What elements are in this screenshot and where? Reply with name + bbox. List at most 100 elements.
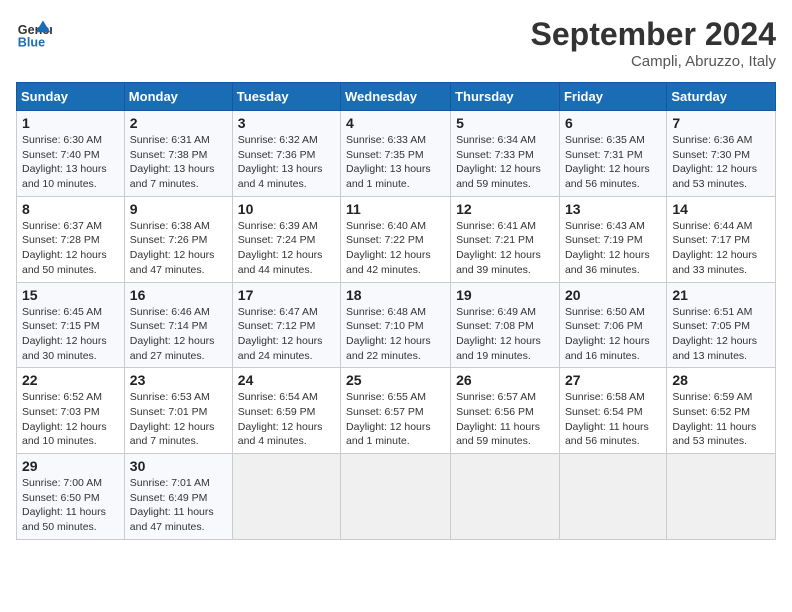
month-title: September 2024 (531, 16, 776, 53)
day-number: 26 (456, 372, 554, 388)
day-detail: Sunrise: 7:00 AM Sunset: 6:50 PM Dayligh… (22, 476, 119, 535)
day-cell: 20 Sunrise: 6:50 AM Sunset: 7:06 PM Dayli… (559, 282, 666, 368)
header-row: Sunday Monday Tuesday Wednesday Thursday… (17, 83, 776, 111)
col-saturday: Saturday (667, 83, 776, 111)
col-monday: Monday (124, 83, 232, 111)
day-cell (559, 454, 666, 540)
day-number: 12 (456, 201, 554, 217)
day-number: 9 (130, 201, 227, 217)
logo: General Blue (16, 16, 52, 52)
day-detail: Sunrise: 6:44 AM Sunset: 7:17 PM Dayligh… (672, 219, 770, 278)
day-number: 22 (22, 372, 119, 388)
day-number: 20 (565, 287, 661, 303)
day-detail: Sunrise: 6:55 AM Sunset: 6:57 PM Dayligh… (346, 390, 445, 449)
day-cell: 3 Sunrise: 6:32 AM Sunset: 7:36 PM Daylig… (232, 111, 340, 197)
day-cell: 28 Sunrise: 6:59 AM Sunset: 6:52 PM Dayli… (667, 368, 776, 454)
day-detail: Sunrise: 6:43 AM Sunset: 7:19 PM Dayligh… (565, 219, 661, 278)
day-cell: 15 Sunrise: 6:45 AM Sunset: 7:15 PM Dayli… (17, 282, 125, 368)
day-detail: Sunrise: 6:51 AM Sunset: 7:05 PM Dayligh… (672, 305, 770, 364)
col-tuesday: Tuesday (232, 83, 340, 111)
day-cell: 13 Sunrise: 6:43 AM Sunset: 7:19 PM Dayli… (559, 196, 666, 282)
col-thursday: Thursday (451, 83, 560, 111)
day-number: 24 (238, 372, 335, 388)
day-number: 19 (456, 287, 554, 303)
day-number: 3 (238, 115, 335, 131)
day-detail: Sunrise: 6:38 AM Sunset: 7:26 PM Dayligh… (130, 219, 227, 278)
day-number: 29 (22, 458, 119, 474)
day-detail: Sunrise: 6:34 AM Sunset: 7:33 PM Dayligh… (456, 133, 554, 192)
day-detail: Sunrise: 6:36 AM Sunset: 7:30 PM Dayligh… (672, 133, 770, 192)
day-number: 15 (22, 287, 119, 303)
day-cell: 11Sunrise: 6:40 AM Sunset: 7:22 PM Dayli… (341, 196, 451, 282)
day-detail: Sunrise: 6:48 AM Sunset: 7:10 PM Dayligh… (346, 305, 445, 364)
day-number: 10 (238, 201, 335, 217)
day-detail: Sunrise: 6:58 AM Sunset: 6:54 PM Dayligh… (565, 390, 661, 449)
day-cell: 18 Sunrise: 6:48 AM Sunset: 7:10 PM Dayli… (341, 282, 451, 368)
day-detail: Sunrise: 6:35 AM Sunset: 7:31 PM Dayligh… (565, 133, 661, 192)
day-detail: Sunrise: 6:49 AM Sunset: 7:08 PM Dayligh… (456, 305, 554, 364)
day-number: 30 (130, 458, 227, 474)
logo-icon: General Blue (16, 16, 52, 52)
day-detail: Sunrise: 6:30 AM Sunset: 7:40 PM Dayligh… (22, 133, 119, 192)
day-cell: 17 Sunrise: 6:47 AM Sunset: 7:12 PM Dayli… (232, 282, 340, 368)
day-number: 28 (672, 372, 770, 388)
day-number: 18 (346, 287, 445, 303)
day-number: 1 (22, 115, 119, 131)
col-wednesday: Wednesday (341, 83, 451, 111)
col-sunday: Sunday (17, 83, 125, 111)
day-cell (667, 454, 776, 540)
day-detail: Sunrise: 6:37 AM Sunset: 7:28 PM Dayligh… (22, 219, 119, 278)
day-number: 13 (565, 201, 661, 217)
day-detail: Sunrise: 7:01 AM Sunset: 6:49 PM Dayligh… (130, 476, 227, 535)
day-detail: Sunrise: 6:31 AM Sunset: 7:38 PM Dayligh… (130, 133, 227, 192)
day-cell: 12Sunrise: 6:41 AM Sunset: 7:21 PM Dayli… (451, 196, 560, 282)
day-cell: 22Sunrise: 6:52 AM Sunset: 7:03 PM Dayli… (17, 368, 125, 454)
day-number: 4 (346, 115, 445, 131)
day-number: 5 (456, 115, 554, 131)
day-number: 27 (565, 372, 661, 388)
day-number: 16 (130, 287, 227, 303)
day-cell: 23Sunrise: 6:53 AM Sunset: 7:01 PM Dayli… (124, 368, 232, 454)
page-header: General Blue September 2024 Campli, Abru… (16, 16, 776, 70)
day-cell: 30 Sunrise: 7:01 AM Sunset: 6:49 PM Dayli… (124, 454, 232, 540)
day-cell: 19 Sunrise: 6:49 AM Sunset: 7:08 PM Dayli… (451, 282, 560, 368)
day-number: 23 (130, 372, 227, 388)
day-detail: Sunrise: 6:47 AM Sunset: 7:12 PM Dayligh… (238, 305, 335, 364)
week-row-2: 8Sunrise: 6:37 AM Sunset: 7:28 PM Daylig… (17, 196, 776, 282)
title-block: September 2024 Campli, Abruzzo, Italy (531, 16, 776, 70)
day-cell (341, 454, 451, 540)
day-number: 25 (346, 372, 445, 388)
calendar-body: 1 Sunrise: 6:30 AM Sunset: 7:40 PM Daylig… (17, 111, 776, 540)
day-detail: Sunrise: 6:59 AM Sunset: 6:52 PM Dayligh… (672, 390, 770, 449)
day-cell (451, 454, 560, 540)
day-cell: 25 Sunrise: 6:55 AM Sunset: 6:57 PM Dayli… (341, 368, 451, 454)
week-row-3: 15 Sunrise: 6:45 AM Sunset: 7:15 PM Dayli… (17, 282, 776, 368)
day-number: 6 (565, 115, 661, 131)
day-number: 21 (672, 287, 770, 303)
day-cell: 1 Sunrise: 6:30 AM Sunset: 7:40 PM Daylig… (17, 111, 125, 197)
day-number: 17 (238, 287, 335, 303)
day-detail: Sunrise: 6:57 AM Sunset: 6:56 PM Dayligh… (456, 390, 554, 449)
day-cell: 14 Sunrise: 6:44 AM Sunset: 7:17 PM Dayli… (667, 196, 776, 282)
day-number: 11 (346, 201, 445, 217)
day-detail: Sunrise: 6:54 AM Sunset: 6:59 PM Dayligh… (238, 390, 335, 449)
week-row-1: 1 Sunrise: 6:30 AM Sunset: 7:40 PM Daylig… (17, 111, 776, 197)
svg-text:Blue: Blue (18, 36, 45, 50)
col-friday: Friday (559, 83, 666, 111)
day-cell: 16Sunrise: 6:46 AM Sunset: 7:14 PM Dayli… (124, 282, 232, 368)
day-number: 7 (672, 115, 770, 131)
day-detail: Sunrise: 6:32 AM Sunset: 7:36 PM Dayligh… (238, 133, 335, 192)
week-row-5: 29 Sunrise: 7:00 AM Sunset: 6:50 PM Dayli… (17, 454, 776, 540)
day-number: 14 (672, 201, 770, 217)
location-subtitle: Campli, Abruzzo, Italy (531, 53, 776, 70)
day-detail: Sunrise: 6:45 AM Sunset: 7:15 PM Dayligh… (22, 305, 119, 364)
day-detail: Sunrise: 6:50 AM Sunset: 7:06 PM Dayligh… (565, 305, 661, 364)
day-cell (232, 454, 340, 540)
day-cell: 26 Sunrise: 6:57 AM Sunset: 6:56 PM Dayli… (451, 368, 560, 454)
day-cell: 29 Sunrise: 7:00 AM Sunset: 6:50 PM Dayli… (17, 454, 125, 540)
calendar-table: Sunday Monday Tuesday Wednesday Thursday… (16, 82, 776, 540)
day-cell: 5 Sunrise: 6:34 AM Sunset: 7:33 PM Daylig… (451, 111, 560, 197)
day-cell: 9 Sunrise: 6:38 AM Sunset: 7:26 PM Daylig… (124, 196, 232, 282)
day-cell: 6 Sunrise: 6:35 AM Sunset: 7:31 PM Daylig… (559, 111, 666, 197)
day-cell: 2Sunrise: 6:31 AM Sunset: 7:38 PM Daylig… (124, 111, 232, 197)
